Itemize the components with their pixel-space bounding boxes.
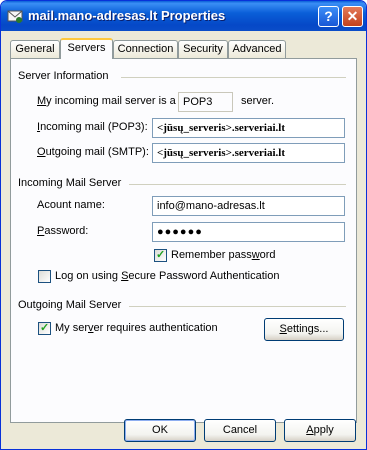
- tab-general[interactable]: General: [10, 40, 60, 58]
- incoming-server-type-label: My incoming mail server is a: [37, 95, 176, 107]
- help-button[interactable]: ?: [318, 6, 339, 27]
- server-requires-auth-checkbox[interactable]: ✓: [38, 322, 51, 335]
- mail-account-icon: [7, 10, 23, 23]
- server-type-value: POP3: [178, 92, 233, 112]
- properties-dialog: mail.mano-adresas.lt Properties ? ✕ Gene…: [0, 0, 367, 450]
- tab-security[interactable]: Security: [178, 40, 228, 58]
- check-mark-icon: ✓: [156, 249, 166, 261]
- check-mark-icon: ✓: [40, 322, 50, 334]
- dialog-body: General Servers Connection Security Adva…: [4, 31, 363, 447]
- password-input[interactable]: ●●●●●●: [152, 222, 345, 242]
- group-divider: [129, 184, 346, 185]
- server-requires-auth-label[interactable]: My server requires authentication: [55, 322, 218, 334]
- servers-panel: Server Information My incoming mail serv…: [10, 58, 357, 423]
- window-title: mail.mano-adresas.lt Properties: [28, 8, 226, 23]
- incoming-mail-server-heading: Incoming Mail Server: [18, 177, 122, 189]
- account-name-label: Acount name:: [37, 199, 105, 211]
- account-name-input[interactable]: info@mano-adresas.lt: [152, 196, 345, 216]
- secure-password-auth-checkbox[interactable]: [38, 270, 51, 283]
- group-divider: [129, 306, 346, 307]
- tab-connection[interactable]: Connection: [113, 40, 178, 58]
- remember-password-checkbox[interactable]: ✓: [154, 249, 167, 262]
- server-type-suffix: server.: [241, 95, 275, 107]
- ok-button[interactable]: OK: [124, 419, 196, 442]
- outgoing-mail-label: Outgoing mail (SMTP):: [37, 146, 149, 158]
- tab-advanced[interactable]: Advanced: [228, 40, 286, 58]
- incoming-mail-label: Incoming mail (POP3):: [37, 121, 148, 133]
- outgoing-mail-input[interactable]: <jūsų_serveris>.serveriai.lt: [152, 143, 345, 163]
- settings-button[interactable]: Settings...: [264, 318, 344, 341]
- group-divider: [121, 77, 346, 78]
- title-bar[interactable]: mail.mano-adresas.lt Properties ? ✕: [1, 1, 366, 31]
- cancel-button[interactable]: Cancel: [204, 419, 276, 442]
- apply-button[interactable]: Apply: [284, 419, 356, 442]
- password-label: Password:: [37, 225, 89, 237]
- secure-password-auth-label[interactable]: Log on using Secure Password Authenticat…: [55, 270, 279, 282]
- server-information-heading: Server Information: [18, 70, 109, 82]
- incoming-mail-input[interactable]: <jūsų_serveris>.serveriai.lt: [152, 118, 345, 138]
- close-button[interactable]: ✕: [342, 6, 363, 27]
- remember-password-label[interactable]: Remember password: [171, 249, 276, 261]
- tab-servers[interactable]: Servers: [60, 38, 113, 59]
- outgoing-mail-server-heading: Outgoing Mail Server: [18, 299, 122, 311]
